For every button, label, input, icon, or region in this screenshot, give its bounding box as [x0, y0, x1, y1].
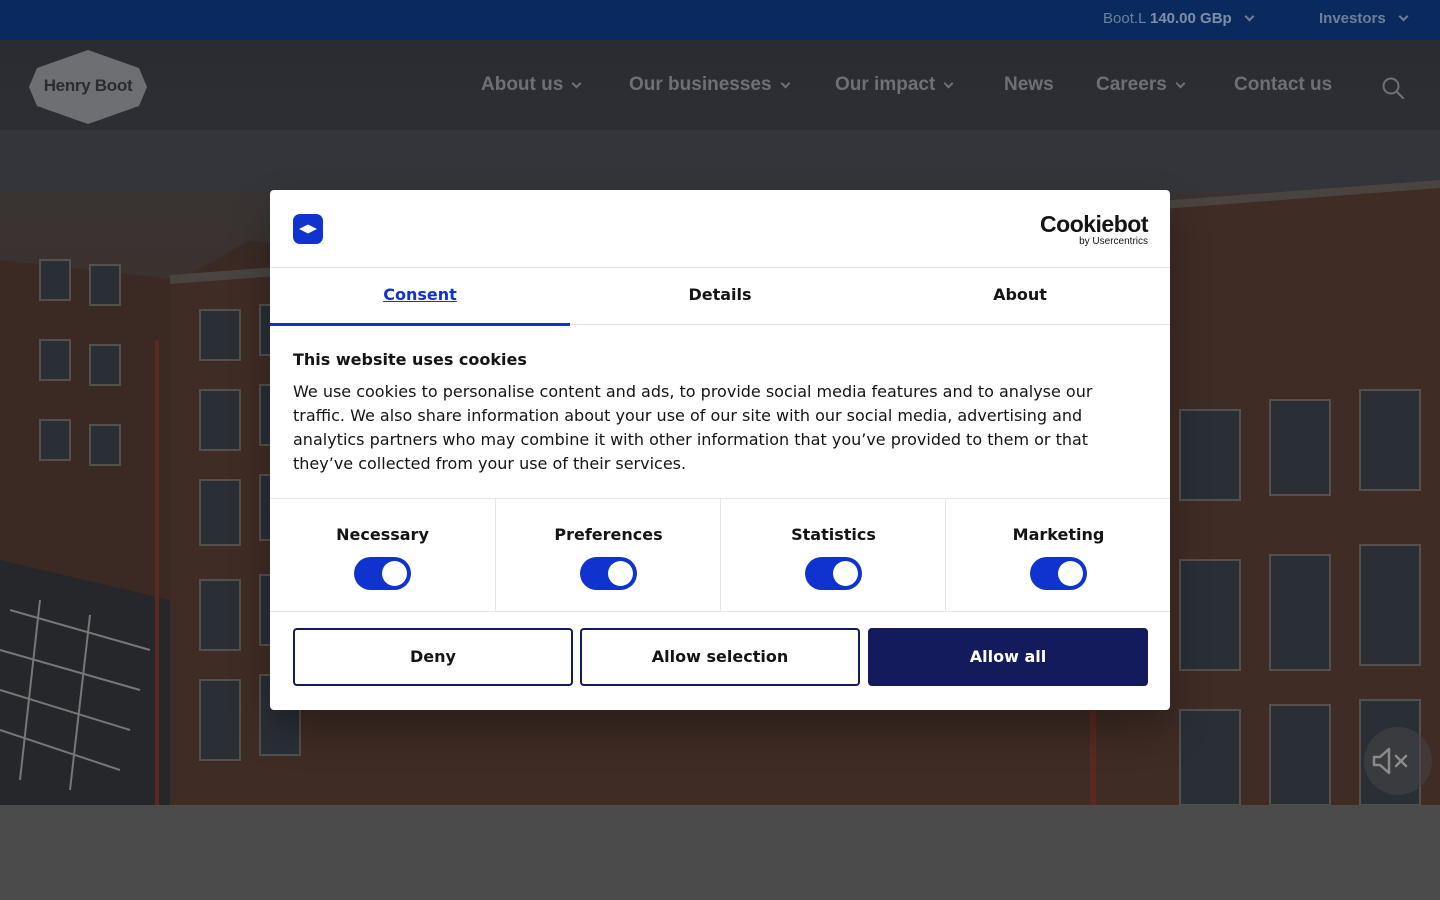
ticker-symbol: Boot.L	[1103, 10, 1146, 27]
necessary-toggle[interactable]	[354, 557, 411, 590]
dialog-description: We use cookies to personalise content an…	[293, 382, 1093, 473]
tab-label: Consent	[383, 285, 457, 304]
nav-item-label: Our businesses	[629, 74, 772, 95]
tab-label: About	[993, 285, 1047, 304]
page-content-area	[0, 805, 1440, 900]
cookie-consent-dialog: Cookiebot by Usercentrics Consent Detail…	[270, 190, 1170, 710]
tab-about[interactable]: About	[870, 268, 1170, 325]
preferences-toggle[interactable]	[580, 557, 637, 590]
deny-button[interactable]: Deny	[293, 628, 573, 686]
investors-menu[interactable]: Investors	[1319, 10, 1409, 27]
category-preferences: Preferences	[495, 499, 720, 612]
brand-subtitle: by Usercentrics	[1079, 236, 1148, 247]
chevron-down-icon	[943, 78, 954, 89]
video-mute-button[interactable]	[1364, 727, 1432, 795]
toggle-knob	[1058, 561, 1083, 586]
active-tab-indicator	[270, 323, 570, 326]
nav-item-label: About us	[481, 74, 564, 95]
category-label: Necessary	[336, 525, 429, 544]
nav-item-label: Contact us	[1234, 74, 1333, 95]
chevron-down-icon	[780, 78, 791, 89]
chevron-down-icon	[1175, 78, 1186, 89]
nav-item-careers[interactable]: Careers	[1096, 74, 1186, 96]
category-label: Preferences	[554, 525, 663, 544]
cookie-category-toggles: Necessary Preferences Statistics Marketi…	[270, 498, 1170, 612]
tab-label: Details	[688, 285, 752, 304]
nav-item-about-us[interactable]: About us	[481, 74, 582, 96]
nav-item-label: Careers	[1096, 74, 1167, 95]
tab-details[interactable]: Details	[570, 268, 870, 325]
logo-text: Henry Boot	[43, 76, 133, 95]
investors-label: Investors	[1319, 10, 1386, 27]
category-statistics: Statistics	[720, 499, 945, 612]
statistics-toggle[interactable]	[805, 557, 862, 590]
nav-item-contact-us[interactable]: Contact us	[1234, 74, 1332, 96]
category-label: Marketing	[1012, 525, 1105, 544]
nav-item-news[interactable]: News	[1004, 74, 1054, 96]
toggle-knob	[833, 561, 858, 586]
toggle-knob	[382, 561, 407, 586]
dialog-tabs: Consent Details About	[270, 268, 1170, 326]
share-price-ticker[interactable]: Boot.L 140.00 GBp	[1103, 10, 1255, 27]
dialog-title: This website uses cookies	[293, 350, 527, 369]
toggle-knob	[608, 561, 633, 586]
cookiebot-logo-icon	[293, 214, 323, 244]
category-label: Statistics	[791, 525, 876, 544]
marketing-toggle[interactable]	[1030, 557, 1087, 590]
nav-item-label: News	[1004, 74, 1054, 95]
nav-item-label: Our impact	[835, 74, 936, 95]
henry-boot-logo[interactable]: Henry Boot	[29, 50, 147, 124]
category-necessary: Necessary	[270, 499, 495, 612]
allow-selection-button[interactable]: Allow selection	[580, 628, 860, 686]
nav-item-our-businesses[interactable]: Our businesses	[629, 74, 791, 96]
cookiebot-brand[interactable]: Cookiebot by Usercentrics	[1040, 212, 1148, 247]
brand-name: Cookiebot	[1040, 211, 1148, 237]
dialog-header: Cookiebot by Usercentrics	[270, 190, 1170, 268]
tab-consent[interactable]: Consent	[270, 268, 570, 326]
volume-mute-icon	[1372, 747, 1408, 775]
top-utility-bar: Boot.L 140.00 GBp Investors	[0, 0, 1440, 40]
chevron-down-icon	[571, 78, 582, 89]
search-icon[interactable]	[1382, 77, 1404, 99]
chevron-down-icon	[1398, 11, 1409, 22]
ticker-price: 140.00 GBp	[1149, 10, 1232, 27]
category-marketing: Marketing	[945, 499, 1170, 612]
nav-item-our-impact[interactable]: Our impact	[835, 74, 954, 96]
allow-all-button[interactable]: Allow all	[868, 628, 1148, 686]
chevron-down-icon	[1244, 11, 1255, 22]
